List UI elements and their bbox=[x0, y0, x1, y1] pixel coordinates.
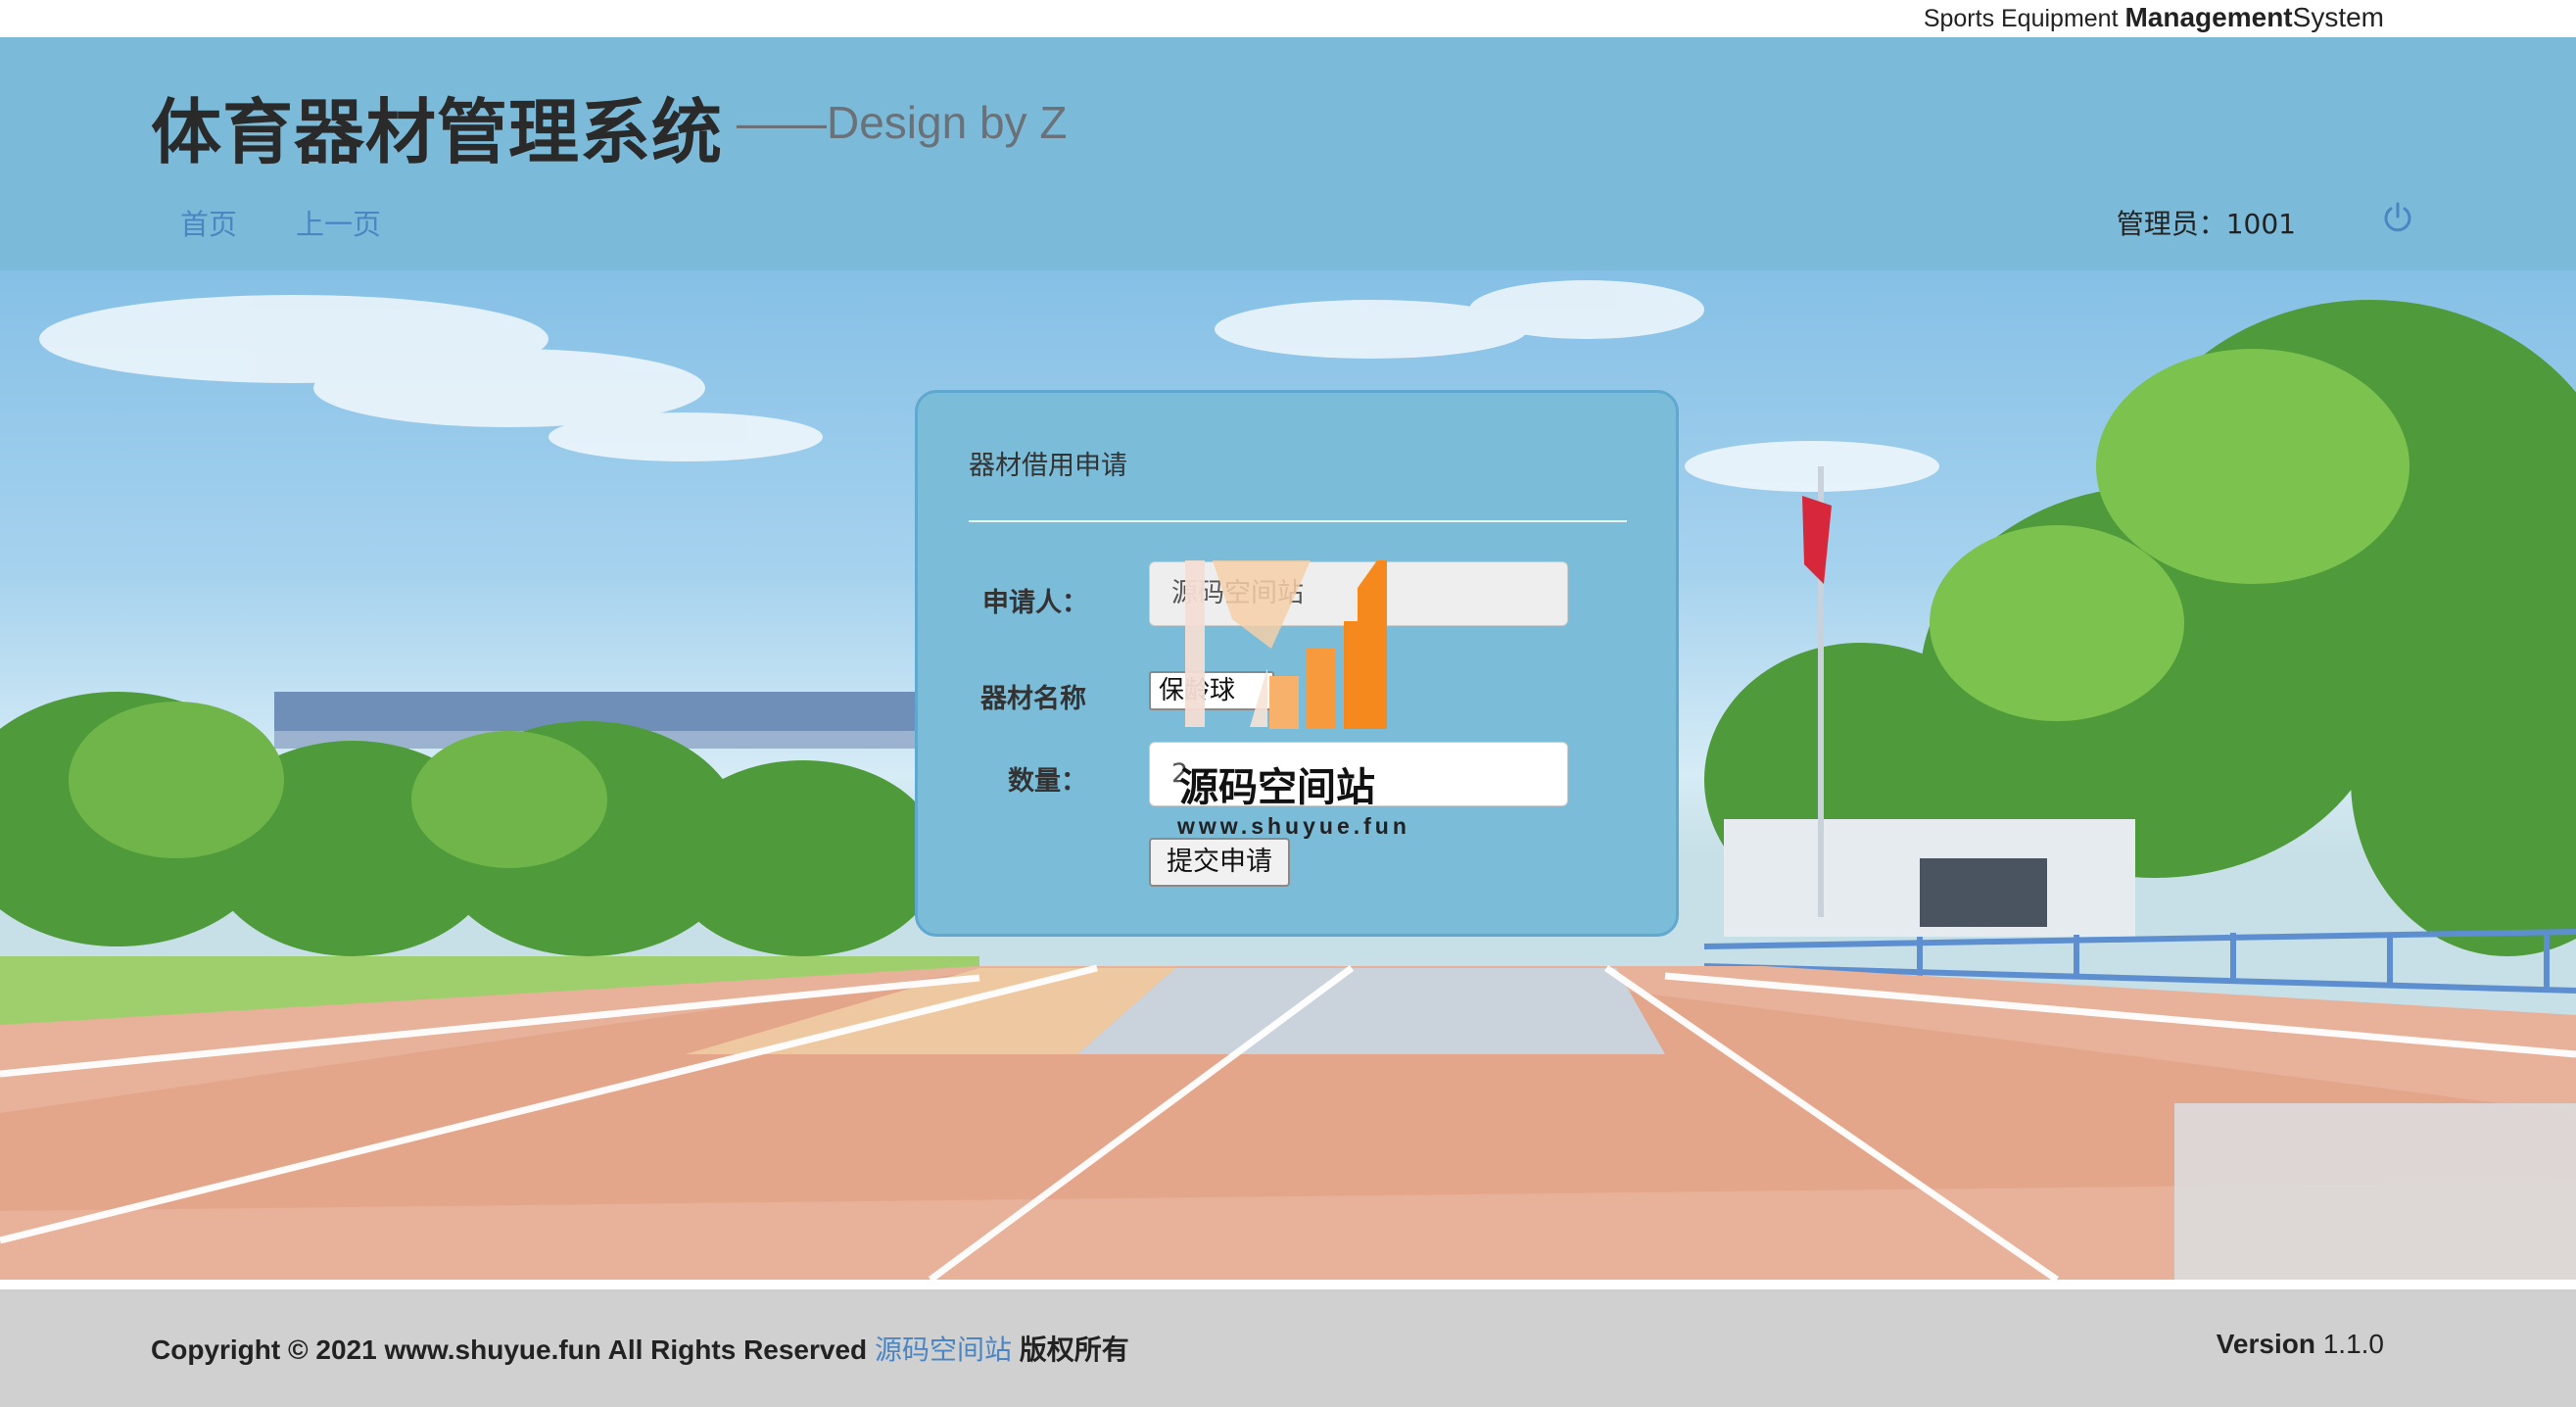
copyright-suffix: 版权所有 bbox=[1011, 1334, 1129, 1365]
watermark-url: www.shuyue.fun bbox=[1177, 813, 1410, 839]
copyright: Copyright © 2021 www.shuyue.fun All Righ… bbox=[151, 1329, 1129, 1368]
nav-home-link[interactable]: 首页 bbox=[180, 202, 237, 243]
power-icon[interactable] bbox=[2380, 200, 2415, 235]
top-strip: Sports Equipment ManagementSystem bbox=[0, 0, 2576, 37]
version-value: 1.1.0 bbox=[2322, 1329, 2384, 1359]
card-title: 器材借用申请 bbox=[969, 451, 1127, 481]
submit-application-button[interactable]: 提交申请 bbox=[1149, 838, 1290, 887]
admin-info: 管理员：1001 bbox=[2117, 203, 2296, 242]
copyright-link[interactable]: 源码空间站 bbox=[875, 1334, 1012, 1365]
card-divider bbox=[969, 520, 1627, 522]
page-title: 体育器材管理系统 bbox=[151, 91, 724, 173]
main-nav: 首页 上一页 bbox=[180, 202, 381, 243]
watermark-text: 源码空间站 bbox=[1179, 765, 1375, 810]
copyright-text: Copyright © 2021 www.shuyue.fun All Righ… bbox=[151, 1334, 875, 1365]
applicant-label: 申请人： bbox=[982, 588, 1088, 618]
version-info: Version 1.1.0 bbox=[2217, 1329, 2384, 1360]
watermark-logo-icon bbox=[1185, 560, 1387, 729]
quantity-label: 数量： bbox=[1008, 766, 1087, 797]
admin-id: 1001 bbox=[2225, 208, 2296, 240]
admin-label: 管理员： bbox=[2116, 208, 2226, 240]
brand-suffix: System bbox=[2292, 2, 2384, 32]
header: 体育器材管理系统 ——Design by Z 首页 上一页 管理员：1001 bbox=[0, 37, 2576, 270]
nav-back-link[interactable]: 上一页 bbox=[296, 202, 381, 243]
brand-prefix: Sports Equipment bbox=[1923, 5, 2125, 32]
system-brand: Sports Equipment ManagementSystem bbox=[1924, 2, 2384, 33]
equipment-label: 器材名称 bbox=[980, 684, 1086, 714]
page-subtitle: ——Design by Z bbox=[737, 97, 1068, 148]
footer: Copyright © 2021 www.shuyue.fun All Righ… bbox=[0, 1289, 2576, 1407]
brand-bold: Management bbox=[2124, 2, 2293, 32]
version-label: Version bbox=[2216, 1329, 2315, 1359]
